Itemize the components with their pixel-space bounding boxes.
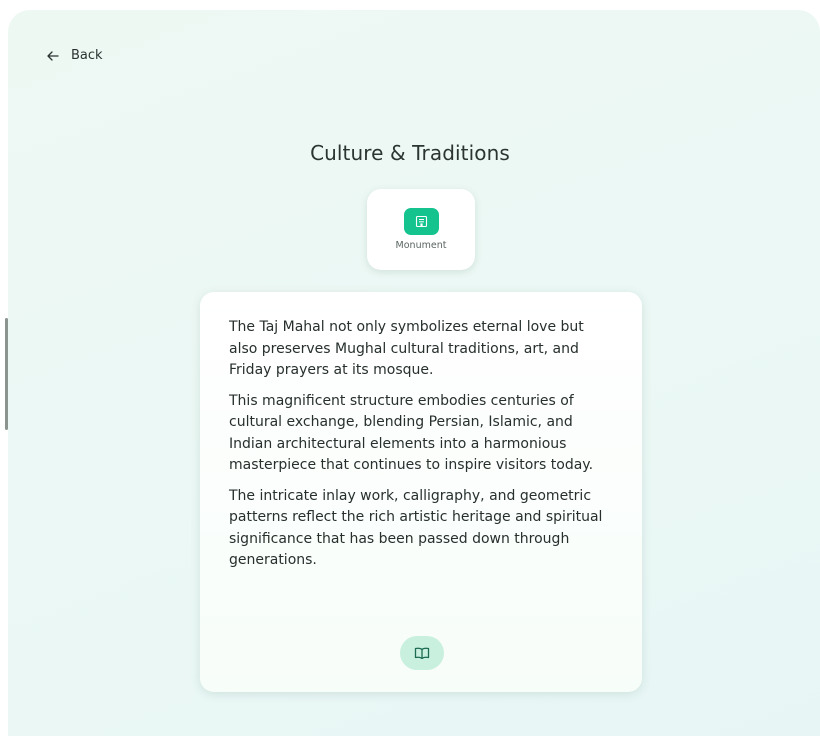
badge-label: Monument: [395, 240, 447, 251]
read-more-button[interactable]: [400, 636, 444, 670]
monument-icon: [404, 208, 439, 235]
page: Back Culture & Traditions Monument The T…: [0, 0, 820, 736]
arrow-left-icon: [47, 50, 59, 61]
back-label: Back: [71, 48, 103, 63]
content-card: The Taj Mahal not only symbolizes eterna…: [200, 292, 642, 692]
page-title: Culture & Traditions: [310, 141, 510, 165]
back-button[interactable]: Back: [47, 48, 103, 63]
paragraph: The intricate inlay work, calligraphy, a…: [229, 487, 603, 569]
paragraph: This magnificent structure embodies cent…: [229, 392, 594, 474]
category-badge: Monument: [367, 189, 475, 270]
paragraph: The Taj Mahal not only symbolizes eterna…: [229, 319, 584, 378]
book-open-icon: [414, 644, 430, 663]
